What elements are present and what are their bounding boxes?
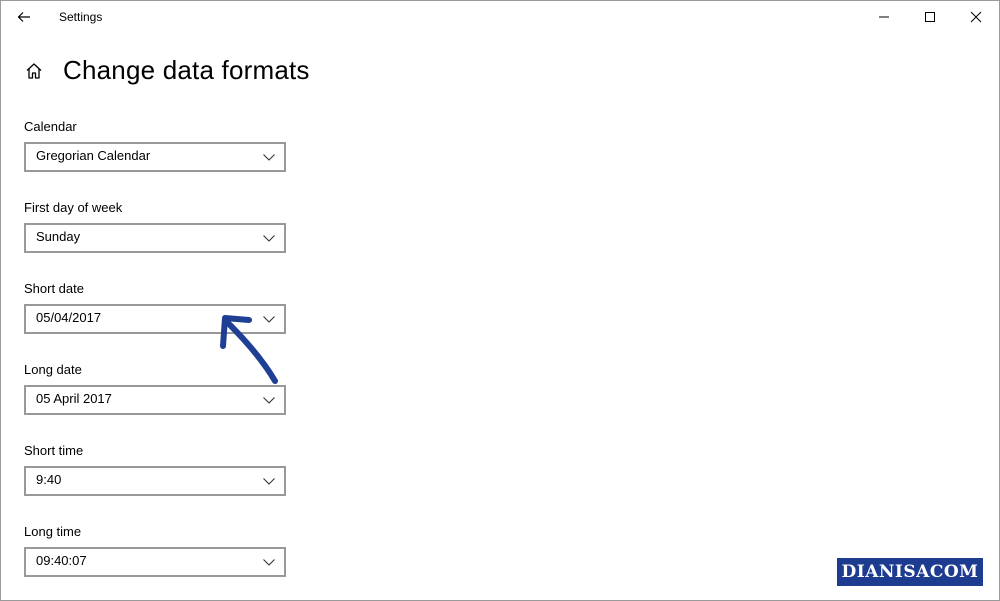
calendar-group: Calendar Gregorian Calendar — [24, 118, 286, 172]
chevron-down-icon — [263, 397, 275, 404]
maximize-button[interactable] — [907, 1, 953, 33]
minimize-icon — [879, 16, 889, 18]
close-button[interactable] — [953, 1, 999, 33]
short-time-group: Short time 9:40 — [24, 442, 286, 496]
title-bar: Settings — [1, 1, 999, 33]
home-icon — [26, 62, 42, 79]
first-day-dropdown[interactable]: Sunday — [24, 223, 286, 253]
home-button[interactable] — [23, 60, 45, 82]
maximize-icon — [925, 12, 935, 22]
first-day-value: Sunday — [36, 229, 81, 244]
annotation-arrow-icon — [220, 315, 278, 384]
short-date-label: Short date — [24, 281, 84, 296]
short-time-label: Short time — [24, 443, 84, 458]
chevron-down-icon — [263, 478, 275, 485]
short-time-dropdown[interactable]: 9:40 — [24, 466, 286, 496]
first-day-label: First day of week — [24, 200, 123, 215]
calendar-value: Gregorian Calendar — [36, 148, 151, 163]
chevron-down-icon — [263, 235, 275, 242]
first-day-group: First day of week Sunday — [24, 199, 286, 253]
watermark-logo: DIANISACOM — [837, 558, 983, 586]
minimize-button[interactable] — [861, 1, 907, 33]
long-time-group: Long time 09:40:07 — [24, 523, 286, 577]
long-time-dropdown[interactable]: 09:40:07 — [24, 547, 286, 577]
close-icon — [970, 11, 982, 23]
calendar-dropdown[interactable]: Gregorian Calendar — [24, 142, 286, 172]
back-button[interactable] — [9, 3, 39, 31]
chevron-down-icon — [263, 559, 275, 566]
long-time-value: 09:40:07 — [36, 553, 87, 568]
short-time-value: 9:40 — [36, 472, 62, 487]
settings-window: Settings Change data formats Calendar Gr… — [0, 0, 1000, 601]
short-date-value: 05/04/2017 — [36, 310, 102, 325]
long-time-label: Long time — [24, 524, 82, 539]
page-header: Change data formats — [23, 55, 310, 86]
window-title: Settings — [59, 10, 103, 24]
calendar-label: Calendar — [24, 119, 77, 134]
chevron-down-icon — [263, 154, 275, 161]
page-title: Change data formats — [63, 55, 310, 85]
long-date-value: 05 April 2017 — [36, 391, 112, 406]
arrow-left-icon — [17, 12, 30, 22]
